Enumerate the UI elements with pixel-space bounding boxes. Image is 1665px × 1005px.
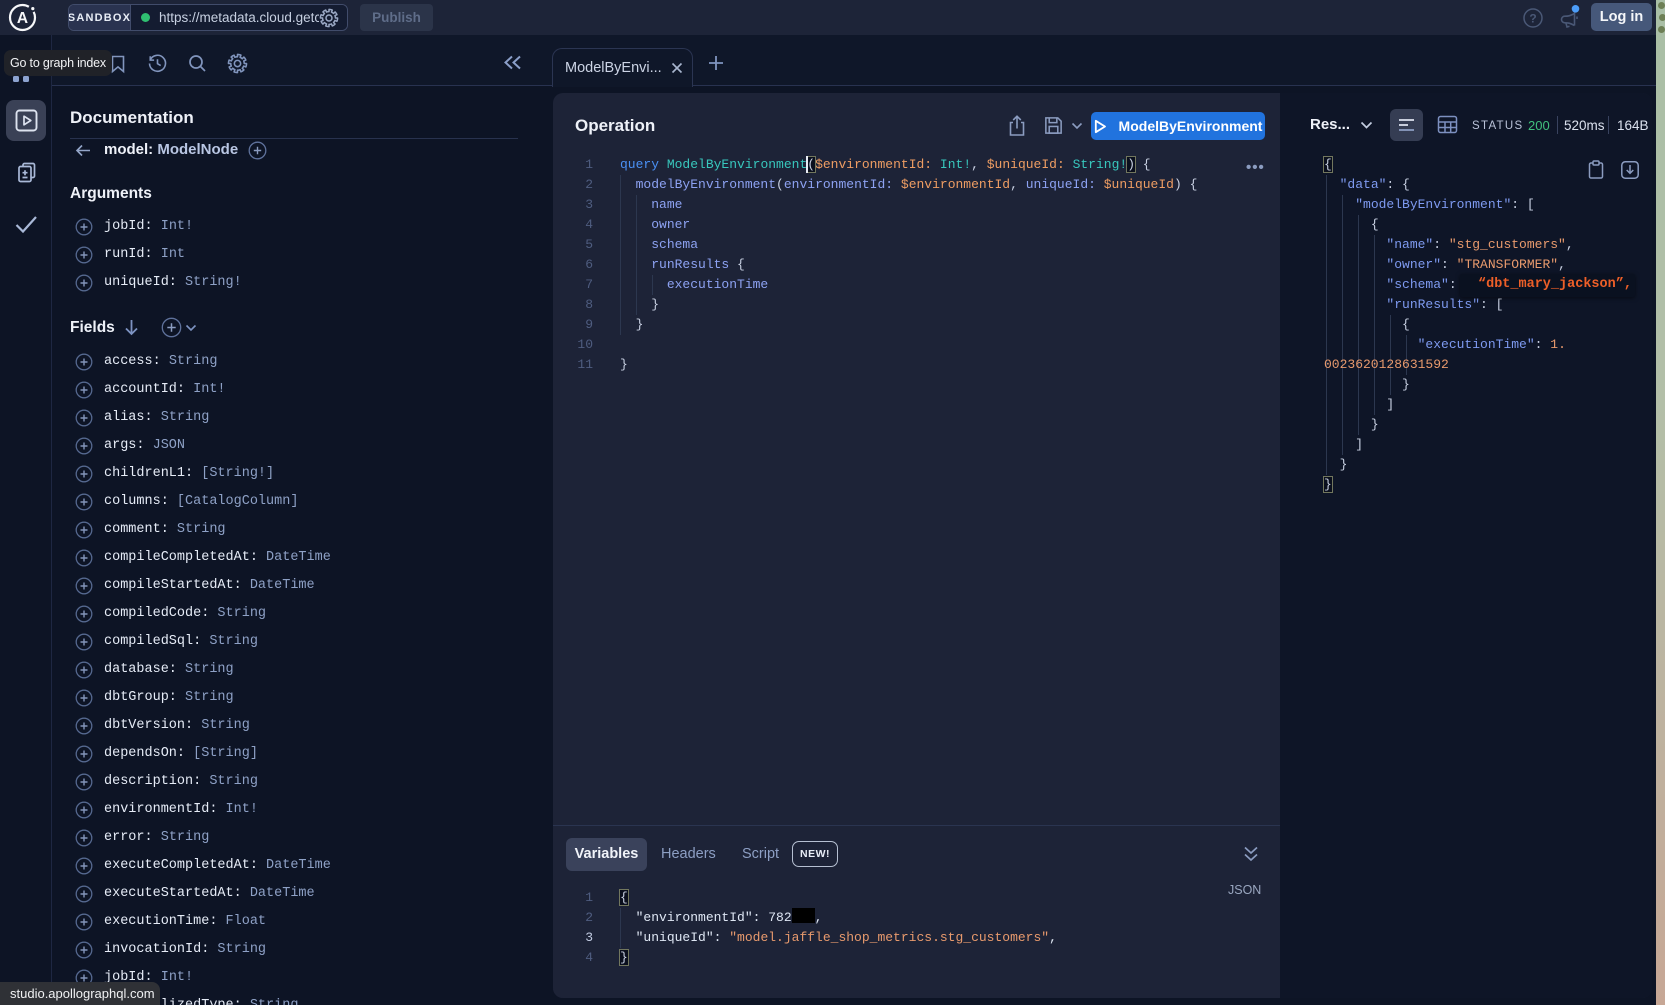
svg-text:A: A bbox=[17, 10, 28, 27]
svg-text:?: ? bbox=[1529, 12, 1536, 26]
